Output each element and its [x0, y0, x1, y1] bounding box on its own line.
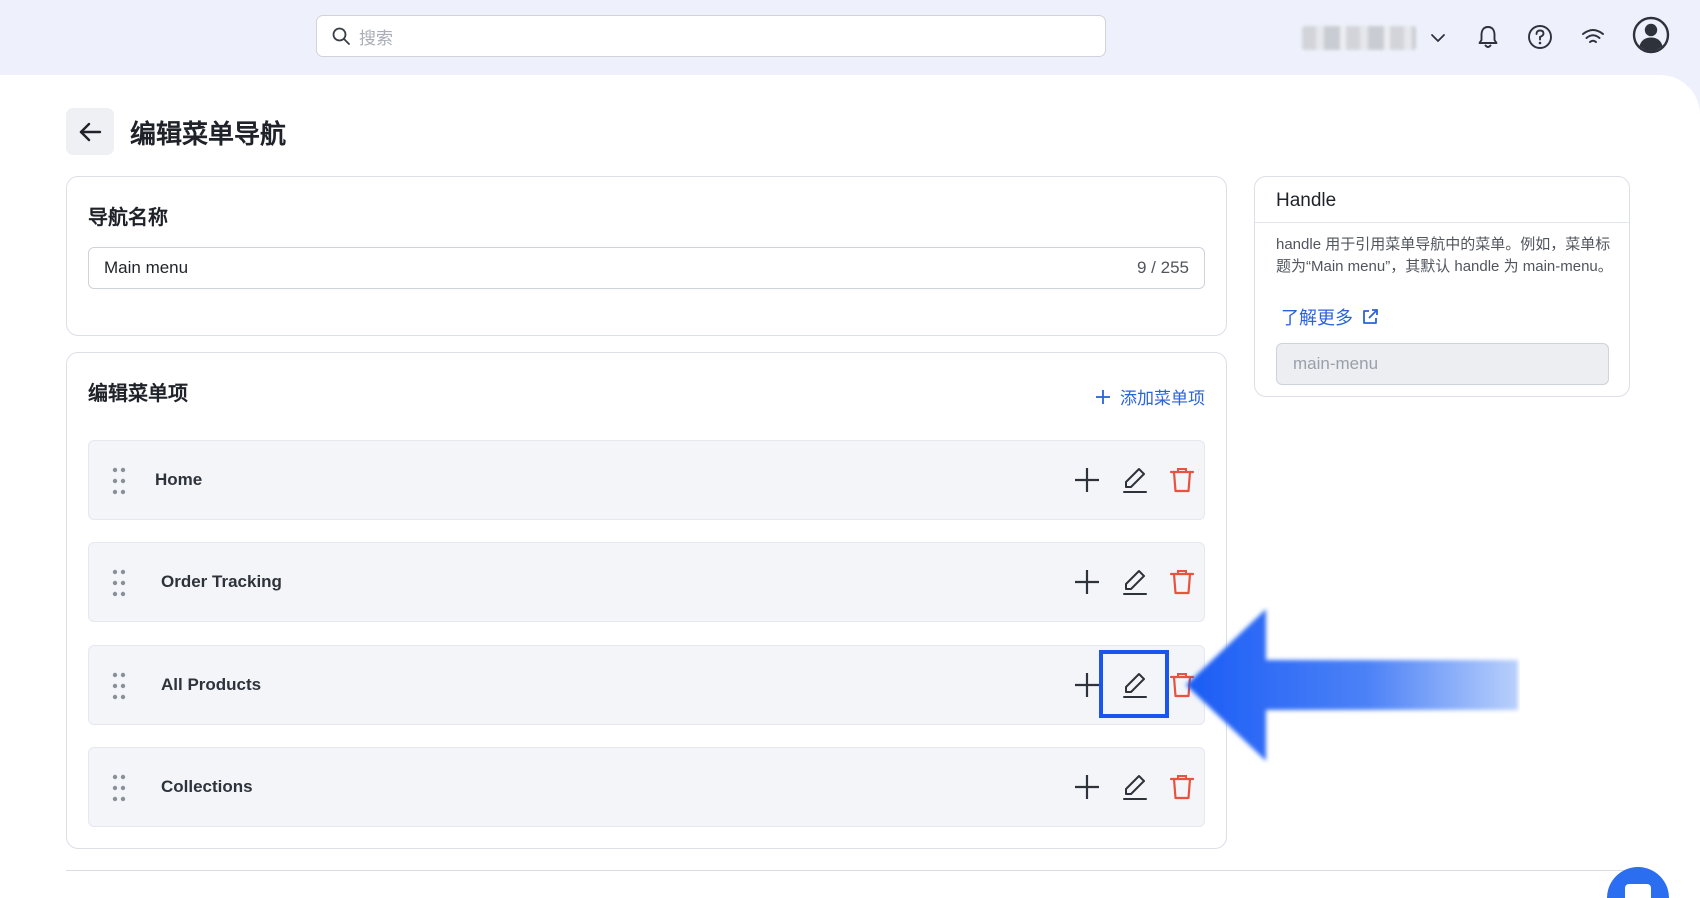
footer-divider [66, 870, 1626, 871]
search-icon [332, 27, 350, 45]
add-menu-item-link[interactable]: 添加菜单项 [1095, 384, 1205, 409]
drag-handle-icon[interactable] [111, 568, 127, 598]
char-counter: 9 / 255 [1137, 258, 1189, 277]
plus-icon [1096, 389, 1110, 404]
help-icon[interactable] [1525, 22, 1555, 52]
menu-item-row[interactable]: All Products [88, 645, 1205, 725]
handle-divider [1255, 222, 1629, 223]
delete-icon[interactable] [1167, 772, 1197, 802]
edit-highlight-box [1099, 650, 1169, 718]
account-name-blurred [1302, 26, 1416, 50]
add-subitem-icon[interactable] [1072, 772, 1102, 802]
handle-card-title: Handle [1276, 190, 1337, 211]
delete-icon[interactable] [1167, 567, 1197, 597]
page-title: 编辑菜单导航 [130, 119, 287, 149]
delete-icon[interactable] [1167, 465, 1197, 495]
bell-icon[interactable] [1473, 22, 1503, 52]
drag-handle-icon[interactable] [111, 671, 127, 701]
external-link-icon [1363, 309, 1378, 324]
wifi-icon[interactable] [1578, 22, 1608, 52]
arrow-left-icon [79, 122, 102, 141]
pointer-arrow-icon [1186, 609, 1518, 761]
menu-items-title: 编辑菜单项 [88, 383, 188, 405]
menu-item-label: All Products [161, 675, 262, 694]
learn-more-link[interactable]: 了解更多 [1281, 304, 1379, 330]
nav-name-input[interactable]: Main menu 9 / 255 [88, 247, 1205, 289]
menu-item-row[interactable]: Home [88, 440, 1205, 520]
account-switcher[interactable] [1302, 26, 1446, 50]
nav-name-value: Main menu [104, 258, 189, 277]
drag-handle-icon[interactable] [111, 466, 127, 496]
menu-item-label: Collections [161, 777, 253, 796]
edit-icon[interactable] [1120, 772, 1150, 802]
add-subitem-icon[interactable] [1072, 567, 1102, 597]
learn-more-label: 了解更多 [1281, 308, 1353, 328]
menu-item-row[interactable]: Order Tracking [88, 542, 1205, 622]
add-subitem-icon[interactable] [1072, 670, 1102, 700]
search-input[interactable]: 搜索 [316, 15, 1106, 57]
search-placeholder: 搜索 [359, 28, 393, 48]
back-button[interactable] [66, 108, 114, 155]
menu-item-row[interactable]: Collections [88, 747, 1205, 827]
edit-icon[interactable] [1120, 567, 1150, 597]
edit-icon[interactable] [1120, 465, 1150, 495]
drag-handle-icon[interactable] [111, 773, 127, 803]
chevron-down-icon [1431, 34, 1445, 42]
menu-item-label: Home [155, 470, 203, 489]
nav-name-card: 导航名称 Main menu 9 / 255 [66, 176, 1227, 336]
handle-card: Handle handle 用于引用菜单导航中的菜单。例如，菜单标题为“Main… [1254, 176, 1630, 397]
menu-items-card: 编辑菜单项 添加菜单项 Home Order Tracking All Prod… [66, 352, 1227, 849]
add-menu-item-label: 添加菜单项 [1120, 389, 1205, 408]
add-subitem-icon[interactable] [1072, 465, 1102, 495]
top-bar: 搜索 [0, 0, 1700, 75]
chat-icon [1625, 884, 1651, 898]
nav-name-title: 导航名称 [88, 207, 168, 229]
menu-item-label: Order Tracking [161, 572, 282, 591]
main-panel: 编辑菜单导航 导航名称 Main menu 9 / 255 编辑菜单项 添加菜单… [0, 75, 1700, 898]
avatar-icon[interactable] [1632, 16, 1670, 54]
handle-value: main-menu [1293, 354, 1379, 373]
handle-description: handle 用于引用菜单导航中的菜单。例如，菜单标题为“Main menu”，… [1276, 236, 1613, 275]
handle-input: main-menu [1276, 343, 1609, 385]
